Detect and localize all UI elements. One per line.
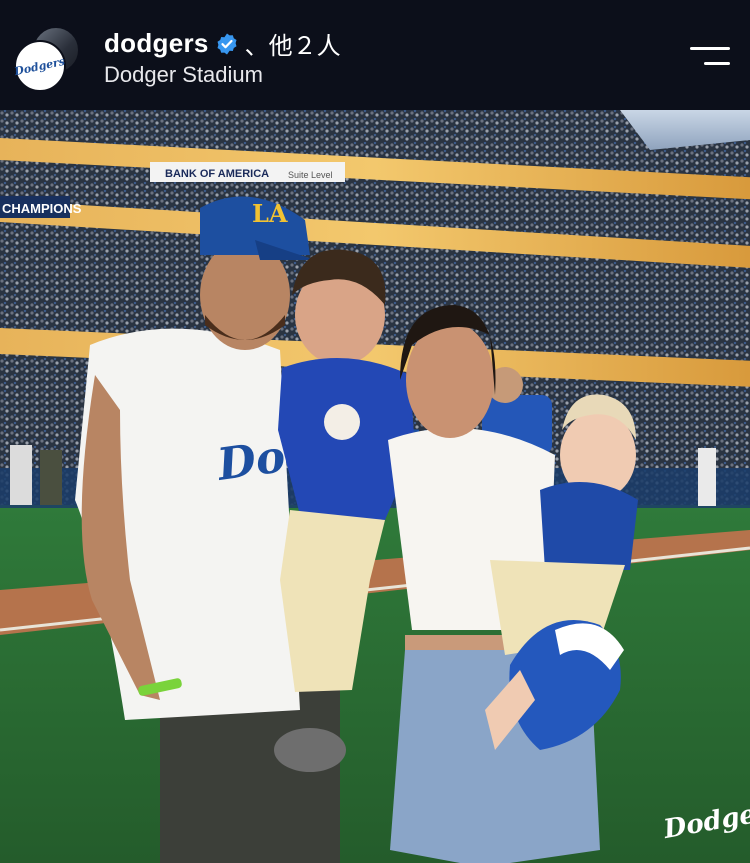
bank-banner-sub: Suite Level	[288, 170, 333, 180]
dodgers-logo: Dodgers	[13, 54, 67, 78]
collaborators-link[interactable]: 、他２人	[245, 26, 341, 61]
bg-person-1	[10, 445, 32, 505]
menu-line-bottom	[704, 62, 730, 65]
collab-avatars[interactable]: Dodgers	[14, 26, 80, 92]
username-link[interactable]: dodgers	[104, 28, 209, 59]
bg-person-2	[40, 450, 62, 505]
baseball	[324, 404, 360, 440]
champions-text: CHAMPIONS	[2, 201, 82, 216]
photo-illustration: BANK OF AMERICA Suite Level CHAMPIONS D	[0, 110, 750, 863]
cap-logo: LA	[252, 199, 288, 228]
post-photo[interactable]: BANK OF AMERICA Suite Level CHAMPIONS D	[0, 110, 750, 863]
baby-onesie	[540, 482, 638, 570]
post-header: Dodgers dodgers 、他２人 Dodger Stadium	[0, 0, 750, 110]
verified-badge-icon	[217, 33, 237, 54]
menu-icon[interactable]	[686, 44, 730, 70]
toddler-shoe	[274, 728, 346, 772]
bank-banner-text: BANK OF AMERICA	[165, 168, 269, 180]
dodgers-avatar[interactable]: Dodgers	[14, 40, 66, 92]
menu-line-top	[690, 47, 730, 50]
instagram-post: Dodgers dodgers 、他２人 Dodger Stadium BANK…	[0, 0, 750, 863]
bg-player	[698, 448, 716, 506]
location-link[interactable]: Dodger Stadium	[104, 62, 263, 88]
account-name-row: dodgers 、他２人	[104, 26, 341, 61]
